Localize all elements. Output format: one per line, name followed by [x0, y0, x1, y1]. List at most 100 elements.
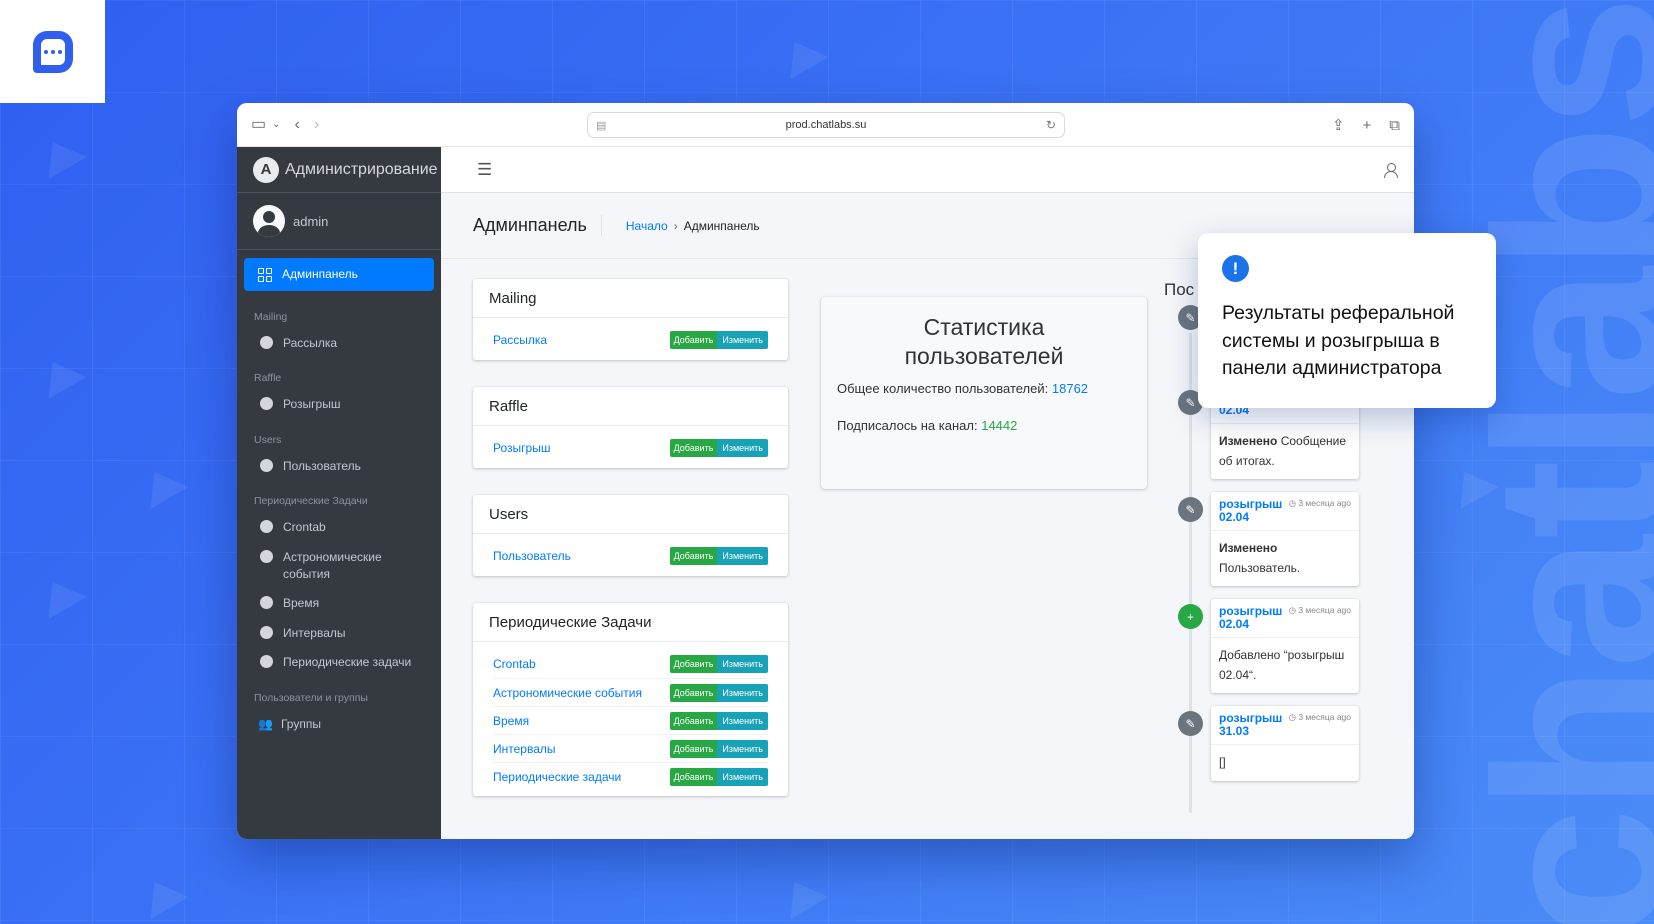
sidebar-item-label: Админпанель [282, 266, 358, 281]
circle-icon [260, 336, 273, 349]
model-link[interactable]: Пользователь [493, 549, 571, 563]
timeline-entry-body: Изменено Сообщение об итогах. [1211, 424, 1359, 478]
timeline-entry-link[interactable]: розыгрыш 31.03 [1219, 711, 1282, 738]
sidebar-section-header: Mailing [254, 311, 288, 323]
model-link[interactable]: Crontab [493, 657, 536, 671]
app-card-title: Периодические Задачи [473, 603, 788, 642]
timeline-detail: [] [1219, 755, 1226, 770]
clock-icon: ◷ [1288, 498, 1299, 508]
share-icon[interactable]: ⇪ [1332, 116, 1345, 134]
model-actions: Добавить Изменить [669, 439, 768, 457]
page-settings-icon[interactable]: ▤ [596, 119, 606, 132]
edit-button[interactable]: Изменить [717, 655, 768, 673]
add-button[interactable]: Добавить [669, 331, 718, 349]
back-icon[interactable]: ‹ [295, 116, 300, 133]
menu-icon[interactable]: ☰ [477, 160, 492, 180]
stats-subscribed-line: Подписалось на канал: 14442 [837, 418, 1131, 433]
model-link[interactable]: Время [493, 714, 529, 728]
edit-button[interactable]: Изменить [717, 739, 768, 758]
sidebar-item[interactable]: 👥 Группы [244, 710, 434, 739]
sidebar-item[interactable]: Время [244, 589, 434, 618]
add-button[interactable]: Добавить [669, 439, 718, 457]
app-card-title: Users [473, 495, 788, 534]
sidebar-item-label: Время [283, 596, 320, 611]
forward-icon[interactable]: › [314, 116, 319, 133]
add-button[interactable]: Добавить [669, 711, 718, 730]
page-title: Админпанель [473, 215, 602, 236]
timeline-entry-body: [] [1211, 745, 1359, 780]
new-tab-icon[interactable]: + [1363, 117, 1372, 134]
edit-icon: ✎ [1178, 497, 1203, 522]
sidebar-item[interactable]: Периодические задачи [244, 648, 434, 677]
reload-icon[interactable]: ↻ [1046, 118, 1056, 132]
add-button[interactable]: Добавить [669, 767, 718, 786]
model-row: Время Добавить Изменить [493, 706, 768, 734]
tabs-overview-icon[interactable]: ⧉ [1389, 117, 1400, 134]
chatlabs-logo [0, 0, 105, 103]
app-card: Raffle Розыгрыш Добавить Изменить [473, 387, 788, 468]
edit-button[interactable]: Изменить [717, 331, 768, 349]
sidebar-item[interactable]: Рассылка [244, 329, 434, 358]
info-popup: ! Результаты реферальной системы и розыг… [1198, 233, 1496, 408]
brand-link[interactable]: A Администрирование Django [237, 147, 441, 193]
model-row: Периодические задачи Добавить Изменить [493, 762, 768, 790]
url-text: prod.chatlabs.su [785, 119, 867, 131]
edit-icon: ✎ [1178, 711, 1203, 736]
add-button[interactable]: Добавить [669, 547, 718, 565]
timeline-entry-link[interactable]: розыгрыш 02.04 [1219, 604, 1282, 631]
popup-text: Результаты реферальной системы и розыгры… [1222, 302, 1455, 380]
model-link[interactable]: Розыгрыш [493, 441, 550, 455]
edit-button[interactable]: Изменить [717, 767, 768, 786]
add-button[interactable]: Добавить [669, 739, 718, 758]
sidebar-item-label: Интервалы [283, 625, 346, 640]
stats-total-line: Общее количество пользователей: 18762 [837, 381, 1131, 396]
circle-icon [260, 655, 273, 669]
model-link[interactable]: Рассылка [493, 333, 547, 347]
model-row: Пользователь Добавить Изменить [493, 542, 768, 570]
sidebar-item[interactable]: Астрономические события [244, 543, 434, 590]
sidebar-item[interactable]: Пользователь [244, 452, 434, 481]
recent-actions-title: Пос [1164, 280, 1195, 299]
sidebar-item[interactable]: Crontab [244, 513, 434, 542]
model-link[interactable]: Интервалы [493, 742, 556, 756]
sidebar-item[interactable]: Интервалы [244, 619, 434, 648]
brand-logo: A [253, 156, 279, 183]
edit-button[interactable]: Изменить [717, 439, 768, 457]
edit-button[interactable]: Изменить [717, 683, 768, 702]
timeline-entry-header: розыгрыш 31.03 ◷ 3 месяца ago [1211, 706, 1359, 746]
model-row: Crontab Добавить Изменить [493, 650, 768, 678]
model-link[interactable]: Периодические задачи [493, 770, 621, 784]
app-card-title: Mailing [473, 279, 788, 318]
stats-total-label: Общее количество пользователей: [837, 380, 1049, 396]
add-button[interactable]: Добавить [669, 655, 718, 673]
top-navbar: ☰ [441, 147, 1414, 193]
model-actions: Добавить Изменить [669, 711, 768, 730]
clock-icon: ◷ [1288, 712, 1299, 722]
add-icon: + [1178, 604, 1203, 629]
address-bar[interactable]: ▤ prod.chatlabs.su ↻ [587, 112, 1065, 138]
brand-text: Администрирование Django [285, 160, 441, 178]
stats-subscribed-value: 14442 [981, 417, 1018, 433]
breadcrumb-home-link[interactable]: Начало [626, 219, 668, 233]
browser-window: ▭ ⌄ ‹ › ▤ prod.chatlabs.su ↻ ⇪ + ⧉ A Адм… [237, 103, 1414, 839]
app-card: Users Пользователь Добавить Изменить [473, 495, 788, 576]
user-icon[interactable] [1384, 162, 1398, 178]
model-actions: Добавить Изменить [669, 547, 768, 565]
browser-toolbar: ▭ ⌄ ‹ › ▤ prod.chatlabs.su ↻ ⇪ + ⧉ [237, 103, 1414, 147]
avatar [253, 205, 285, 237]
breadcrumb: Начало › Админпанель [626, 219, 760, 233]
model-link[interactable]: Астрономические события [493, 686, 642, 700]
sidebar-toggle-icon[interactable]: ▭ [251, 116, 266, 133]
timeline-action: Изменено [1219, 541, 1278, 556]
edit-button[interactable]: Изменить [717, 547, 768, 565]
app-card-body: Crontab Добавить Изменить Астрономические с… [473, 642, 788, 796]
user-panel[interactable]: admin [237, 193, 441, 250]
sidebar-item-adminpanel[interactable]: Админпанель [244, 258, 434, 291]
model-actions: Добавить Изменить [669, 655, 768, 673]
timeline-entry-body: Изменено Пользователь. [1211, 531, 1359, 585]
chevron-down-icon[interactable]: ⌄ [272, 119, 280, 130]
edit-button[interactable]: Изменить [717, 711, 768, 730]
timeline-entry-link[interactable]: розыгрыш 02.04 [1219, 497, 1282, 524]
add-button[interactable]: Добавить [669, 683, 718, 702]
sidebar-item[interactable]: Розыгрыш [244, 390, 434, 419]
